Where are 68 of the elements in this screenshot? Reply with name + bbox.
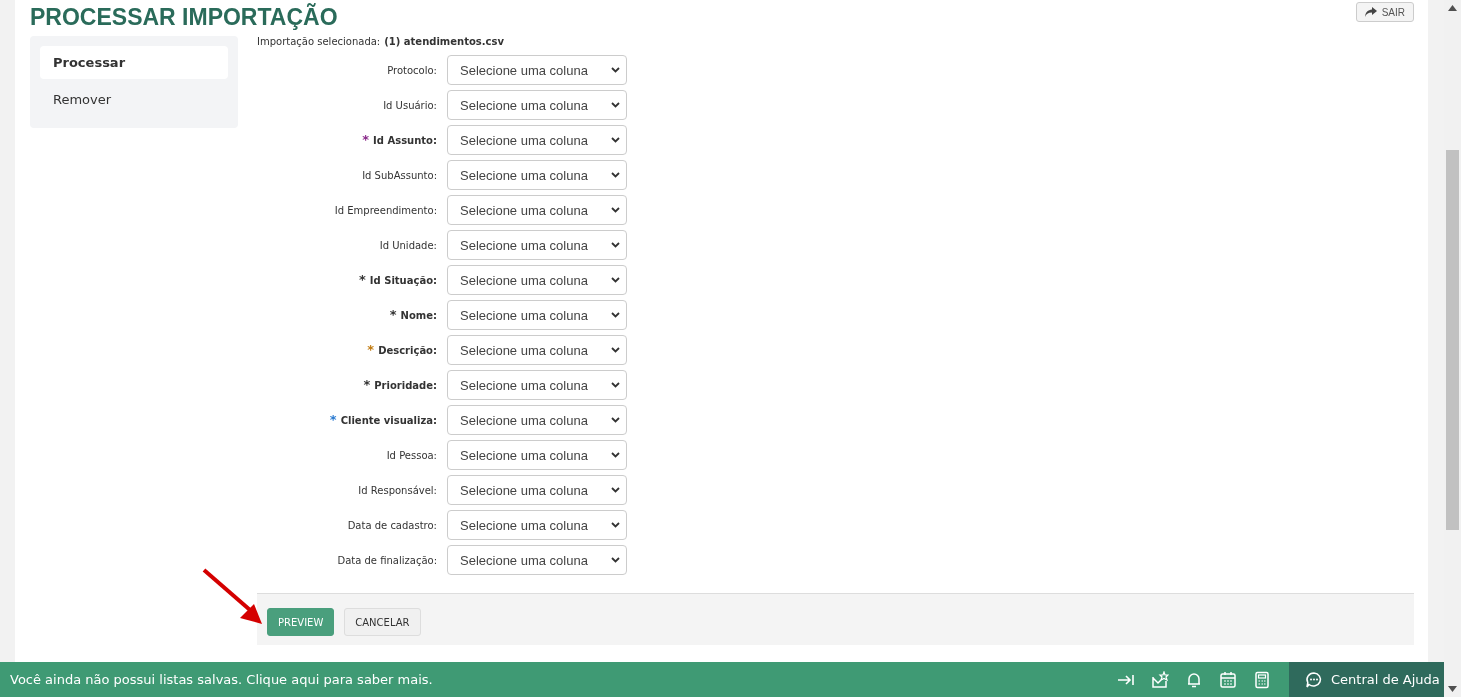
column-select[interactable]: Selecione uma coluna	[447, 160, 627, 190]
field-label: Descrição:	[378, 344, 437, 356]
cancel-button[interactable]: CANCELAR	[344, 608, 421, 636]
field-label: Id Unidade:	[379, 239, 437, 251]
share-arrow-icon	[1364, 7, 1377, 17]
chevron-down-icon	[611, 557, 620, 563]
field-label: Prioridade:	[374, 379, 437, 391]
exit-button[interactable]: SAIR	[1355, 2, 1414, 22]
calendar-icon[interactable]	[1219, 670, 1237, 689]
selected-import-label: Importação selecionada:	[257, 36, 381, 49]
column-select[interactable]: Selecione uma coluna	[447, 265, 627, 295]
chevron-down-icon	[611, 137, 620, 143]
scroll-up-icon[interactable]	[1448, 5, 1457, 11]
column-select[interactable]: Selecione uma coluna	[447, 335, 627, 365]
field-label: Protocolo:	[387, 64, 437, 76]
scroll-down-icon[interactable]	[1448, 686, 1457, 692]
page-title: PROCESSAR IMPORTAÇÃO	[30, 4, 338, 30]
required-marker: *	[359, 271, 366, 287]
column-select[interactable]: Selecione uma coluna	[447, 545, 627, 575]
column-select[interactable]: Selecione uma coluna	[447, 230, 627, 260]
required-marker: *	[329, 411, 337, 427]
column-select[interactable]: Selecione uma coluna	[447, 55, 627, 85]
sidebar-item[interactable]: Remover	[40, 83, 228, 116]
sidebar-item[interactable]: Processar	[40, 46, 228, 79]
column-select[interactable]: Selecione uma coluna	[447, 510, 627, 540]
chevron-down-icon	[611, 452, 620, 458]
field-label: Id SubAssunto:	[362, 169, 437, 181]
column-select[interactable]: Selecione uma coluna	[447, 440, 627, 470]
chevron-down-icon	[611, 172, 620, 178]
chevron-down-icon	[611, 382, 620, 388]
column-select[interactable]: Selecione uma coluna	[447, 370, 627, 400]
chat-bubble-icon	[1305, 670, 1323, 689]
field-label: Id Assunto:	[373, 134, 437, 146]
calculator-icon[interactable]	[1253, 670, 1271, 689]
field-label: Id Usuário:	[383, 99, 437, 111]
field-label: Id Responsável:	[358, 484, 437, 496]
chevron-down-icon	[611, 242, 620, 248]
column-select[interactable]: Selecione uma coluna	[447, 300, 627, 330]
help-center-button[interactable]: Central de Ajuda	[1289, 662, 1444, 697]
column-select[interactable]: Selecione uma coluna	[447, 475, 627, 505]
chevron-down-icon	[611, 522, 620, 528]
chevron-down-icon	[611, 487, 620, 493]
column-select[interactable]: Selecione uma coluna	[447, 125, 627, 155]
column-select[interactable]: Selecione uma coluna	[447, 405, 627, 435]
chevron-down-icon	[611, 312, 620, 318]
chevron-down-icon	[611, 102, 620, 108]
required-marker: *	[363, 376, 371, 392]
field-label: Nome:	[400, 309, 437, 321]
envelope-star-icon[interactable]	[1151, 670, 1169, 689]
selected-import-value: (1) atendimentos.csv	[384, 36, 504, 49]
field-label: Cliente visualiza:	[340, 414, 437, 426]
field-label: Id Situação:	[369, 274, 437, 286]
required-marker: *	[362, 131, 370, 147]
chevron-down-icon	[611, 417, 620, 423]
required-marker: *	[367, 341, 375, 357]
chevron-down-icon	[611, 277, 620, 283]
required-marker: *	[389, 306, 397, 322]
field-label: Id Empreendimento:	[334, 204, 437, 216]
field-label: Id Pessoa:	[386, 449, 437, 461]
field-label: Data de cadastro:	[347, 519, 437, 531]
column-select[interactable]: Selecione uma coluna	[447, 195, 627, 225]
chevron-down-icon	[611, 207, 620, 213]
arrow-drawing	[202, 568, 262, 624]
chevron-down-icon	[611, 347, 620, 353]
chevron-down-icon	[611, 67, 620, 73]
bell-icon[interactable]	[1185, 670, 1203, 689]
column-select[interactable]: Selecione uma coluna	[447, 90, 627, 120]
field-label: Data de finalização:	[337, 554, 437, 566]
